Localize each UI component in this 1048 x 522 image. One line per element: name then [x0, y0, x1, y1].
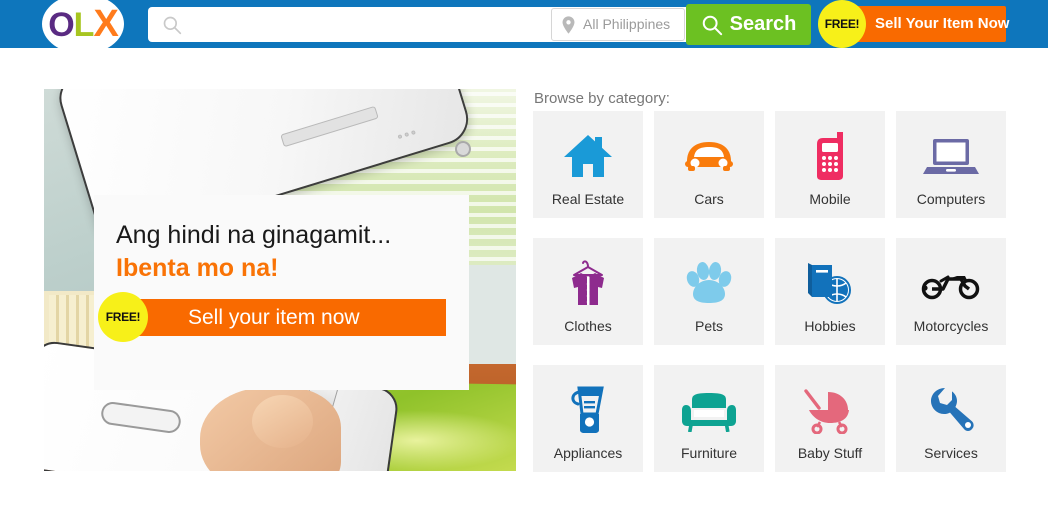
category-tile-furniture[interactable]: Furniture: [654, 365, 764, 472]
book-ball-icon: [775, 252, 885, 314]
hero-message-card: Ang hindi na ginagamit... Ibenta mo na! …: [94, 195, 469, 390]
logo-letter-x: X: [93, 3, 118, 45]
top-header-bar: OLX All Philippines Search FREE! Sell Yo…: [0, 0, 1048, 54]
search-icon: [163, 16, 182, 35]
category-label: Mobile: [809, 191, 851, 207]
category-label: Pets: [694, 318, 723, 334]
motorcycle-icon: [896, 252, 1006, 314]
category-label: Computers: [916, 191, 986, 207]
olx-logo[interactable]: OLX: [42, 0, 124, 54]
search-button-label: Search: [729, 13, 797, 35]
category-tile-appliances[interactable]: Appliances: [533, 365, 643, 472]
armchair-icon: [654, 379, 764, 441]
category-tile-pets[interactable]: Pets: [654, 238, 764, 345]
category-tile-hobbies[interactable]: Hobbies: [775, 238, 885, 345]
category-tile-motorcycles[interactable]: Motorcycles: [896, 238, 1006, 345]
location-pin-icon: [562, 16, 575, 34]
category-label: Appliances: [553, 445, 623, 461]
stroller-icon: [775, 379, 885, 441]
hero-sell-your-item-now-button[interactable]: FREE! Sell your item now: [98, 292, 446, 342]
blender-icon: [533, 379, 643, 441]
free-badge: FREE!: [98, 292, 148, 342]
category-tile-real-estate[interactable]: Real Estate: [533, 111, 643, 218]
category-label: Cars: [694, 191, 724, 207]
search-icon: [702, 15, 722, 35]
logo-letter-o: O: [48, 6, 74, 44]
hero-headline: Ang hindi na ginagamit...: [116, 221, 392, 249]
sell-button-label: Sell Your Item Now: [875, 15, 1010, 32]
hero-cta-label: Sell your item now: [188, 306, 360, 329]
category-label: Services: [924, 445, 978, 461]
category-grid: Real Estate Cars Mobile Computers Clothe…: [533, 111, 1039, 472]
category-label: Real Estate: [551, 191, 625, 207]
category-tile-services[interactable]: Services: [896, 365, 1006, 472]
location-selector[interactable]: All Philippines: [551, 8, 685, 41]
paw-print-icon: [654, 252, 764, 314]
car-icon: [654, 125, 764, 187]
mobile-phone-icon: [775, 125, 885, 187]
free-badge: FREE!: [818, 0, 866, 48]
wrench-icon: [896, 379, 1006, 441]
category-label: Clothes: [564, 318, 612, 334]
location-value: All Philippines: [583, 16, 671, 32]
category-tile-baby-stuff[interactable]: Baby Stuff: [775, 365, 885, 472]
shirt-hanger-icon: [533, 252, 643, 314]
category-tile-clothes[interactable]: Clothes: [533, 238, 643, 345]
laptop-icon: [896, 125, 1006, 187]
category-tile-mobile[interactable]: Mobile: [775, 111, 885, 218]
logo-letter-l: L: [73, 6, 95, 44]
logo-text: OLX: [42, 0, 124, 48]
category-label: Furniture: [680, 445, 738, 461]
category-label: Baby Stuff: [797, 445, 863, 461]
category-tile-computers[interactable]: Computers: [896, 111, 1006, 218]
search-button[interactable]: Search: [686, 4, 811, 45]
category-tile-cars[interactable]: Cars: [654, 111, 764, 218]
category-label: Hobbies: [804, 318, 856, 334]
category-label: Motorcycles: [913, 318, 989, 334]
browse-by-category-title: Browse by category:: [534, 90, 670, 107]
hero-banner[interactable]: Ang hindi na ginagamit... Ibenta mo na! …: [44, 89, 516, 471]
sell-your-item-now-button[interactable]: FREE! Sell Your Item Now: [818, 0, 1010, 48]
hero-subheadline: Ibenta mo na!: [116, 254, 279, 282]
house-icon: [533, 125, 643, 187]
